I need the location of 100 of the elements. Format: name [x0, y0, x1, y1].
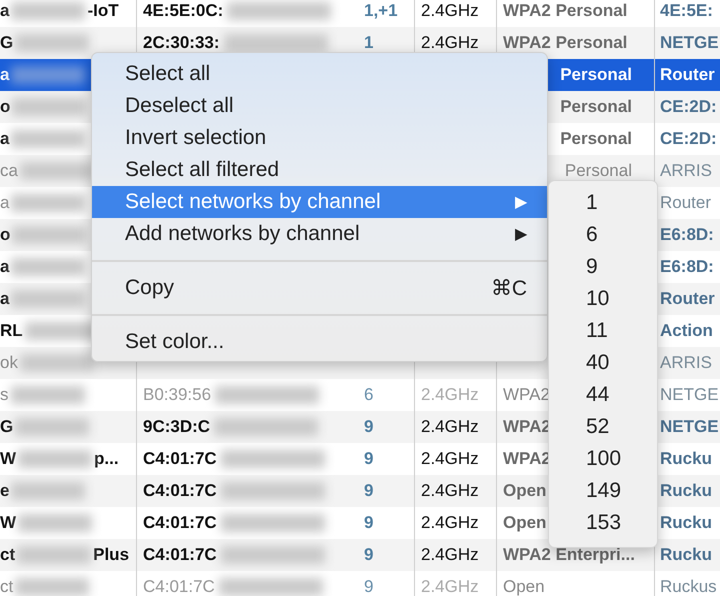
table-cell: WPA2: [503, 417, 551, 437]
table-cell: WPA2 Enterpri...: [503, 545, 635, 565]
table-cell: WPA2 Personal: [503, 1, 628, 21]
table-cell: 9: [364, 481, 374, 501]
table-cell: WPA2 Personal: [503, 33, 628, 53]
table-cell: C4:01:7C: [143, 545, 217, 565]
table-cell: Router: [660, 289, 715, 309]
menu-item[interactable]: 44: [549, 379, 657, 411]
table-cell: 2.4GHz: [421, 385, 479, 405]
table-cell: 1,+1: [364, 1, 398, 21]
table-row[interactable]: ct Plus C4:01:7C 9 2.4GHz WPA2 Enterpri... Rucku: [0, 539, 720, 571]
table-cell: 2.4GHz: [421, 577, 479, 596]
table-cell: NETGE: [660, 417, 719, 437]
table-cell: a: [0, 257, 10, 277]
table-cell: NETGE: [660, 385, 719, 405]
table-cell: e: [0, 481, 10, 501]
menu-item[interactable]: 10: [549, 283, 657, 315]
table-cell: Open: [503, 481, 546, 501]
table-cell: Rucku: [660, 545, 712, 565]
table-cell: 2.4GHz: [421, 33, 479, 53]
table-cell: s: [0, 385, 8, 405]
table-cell: Plus: [93, 545, 130, 565]
table-cell: 9: [364, 545, 374, 565]
menu-item[interactable]: 11: [549, 315, 657, 347]
menu-item[interactable]: 100: [549, 443, 657, 475]
menu-item[interactable]: Deselect all: [92, 90, 547, 122]
menu-item[interactable]: 153: [549, 507, 657, 539]
table-cell: 9: [364, 417, 374, 437]
table-cell: a: [0, 129, 10, 149]
table-cell: 2.4GHz: [421, 513, 479, 533]
table-cell: ca: [0, 161, 18, 181]
table-cell: CE:2D:: [660, 129, 717, 149]
table-cell: E6:8D:: [660, 257, 714, 277]
table-cell: CE:2D:: [660, 97, 717, 117]
table-cell: 9: [364, 577, 374, 596]
table-cell: 4E:5E:0C:: [143, 1, 224, 21]
table-cell: W: [0, 449, 16, 469]
table-cell: 9: [364, 513, 374, 533]
menu-item[interactable]: 9: [549, 251, 657, 283]
table-cell: B0:39:56: [143, 385, 212, 405]
table-cell: ct: [0, 577, 14, 596]
table-cell: C4:01:7C: [143, 577, 215, 596]
table-cell: Open: [503, 577, 545, 596]
table-cell: 9C:3D:C: [143, 417, 210, 437]
table-cell: ok: [0, 353, 18, 373]
menu-item[interactable]: Copy ⌘C: [92, 272, 547, 304]
table-cell: W: [0, 513, 16, 533]
table-cell: 6: [364, 385, 374, 405]
menu-item[interactable]: Add networks by channel ▶: [92, 218, 547, 250]
table-cell: Open: [503, 513, 546, 533]
menu-item[interactable]: 6: [549, 219, 657, 251]
table-cell: Personal: [564, 161, 632, 181]
table-cell: E6:8D:: [660, 225, 714, 245]
table-cell: -IoT: [87, 1, 119, 21]
table-cell: G: [0, 417, 14, 437]
table-cell: p...: [94, 449, 119, 469]
table-cell: 2C:30:33:: [143, 33, 220, 53]
menu-item[interactable]: 40: [549, 347, 657, 379]
menu-item[interactable]: Invert selection: [92, 122, 547, 154]
table-cell: NETGE: [660, 33, 719, 53]
table-cell: a: [0, 65, 10, 85]
table-cell: G: [0, 33, 14, 53]
table-cell: 9: [364, 449, 374, 469]
menu-item[interactable]: 1: [549, 187, 657, 219]
table-cell: Rucku: [660, 513, 712, 533]
table-cell: Rucku: [660, 481, 712, 501]
table-cell: ct: [0, 545, 16, 565]
menu-item[interactable]: Select all filtered: [92, 154, 547, 186]
table-cell: o: [0, 225, 10, 245]
table-cell: 2.4GHz: [421, 449, 479, 469]
menu-item[interactable]: Select all: [92, 58, 547, 90]
table-cell: Rucku: [660, 449, 712, 469]
table-cell: a: [0, 193, 10, 213]
table-cell: 1: [364, 33, 374, 53]
table-cell: 2.4GHz: [421, 417, 479, 437]
table-cell: C4:01:7C: [143, 513, 217, 533]
table-cell: Action: [660, 321, 713, 341]
menu-item[interactable]: 52: [549, 411, 657, 443]
menu-item[interactable]: 149: [549, 475, 657, 507]
table-cell: a: [0, 1, 10, 21]
table-cell: RL: [0, 321, 23, 341]
table-cell: Personal: [560, 65, 632, 85]
menu-item[interactable]: Select networks by channel ▶: [92, 186, 547, 218]
table-cell: C4:01:7C: [143, 481, 217, 501]
table-cell: 4E:5E:: [660, 1, 713, 21]
table-cell: Ruckus: [660, 577, 717, 596]
table-cell: ARRIS: [660, 161, 712, 181]
table-cell: a: [0, 289, 10, 309]
table-cell: ARRIS: [660, 353, 712, 373]
table-cell: C4:01:7C: [143, 449, 217, 469]
table-cell: 2.4GHz: [421, 1, 479, 21]
table-cell: 2.4GHz: [421, 545, 479, 565]
table-cell: Router: [660, 193, 712, 213]
table-cell: Personal: [560, 97, 632, 117]
table-cell: Personal: [560, 129, 632, 149]
table-cell: o: [0, 97, 10, 117]
table-cell: 2.4GHz: [421, 481, 479, 501]
table-cell: WPA2: [503, 449, 551, 469]
table-cell: WPA2: [503, 385, 550, 405]
table-cell: Router: [660, 65, 715, 85]
